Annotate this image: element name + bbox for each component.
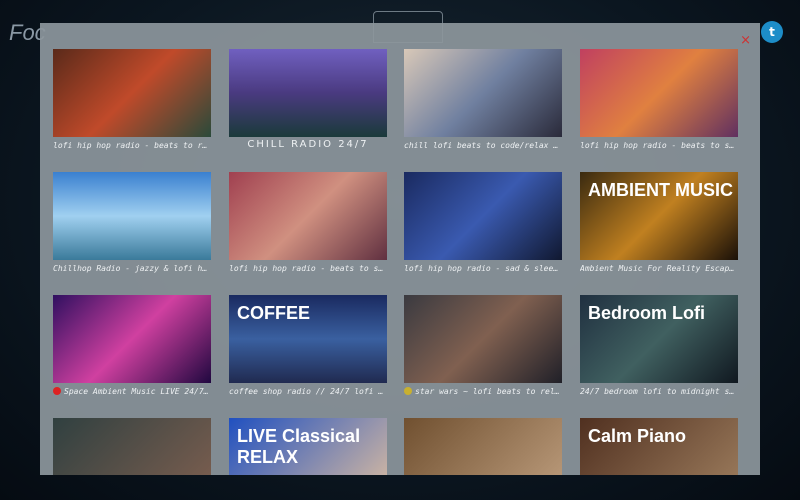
video-card[interactable]: Chillhop Radio - jazzy & lofi hi… (53, 172, 211, 273)
video-title-text: lofi hip hop radio - beats to sl… (580, 141, 738, 150)
video-thumbnail[interactable] (229, 49, 387, 137)
video-title: Chillhop Radio - jazzy & lofi hi… (53, 264, 211, 273)
video-title: lofi hip hop radio - beats to sl… (580, 141, 738, 150)
video-title-text: CHILL RADIO 24/7 (247, 139, 369, 150)
thumbnail-text: Calm Piano (588, 426, 687, 446)
video-thumbnail[interactable] (404, 418, 562, 475)
video-title-text: Chillhop Radio - jazzy & lofi hi… (53, 264, 211, 273)
video-thumbnail[interactable]: LIVE Classical RELAX (229, 418, 387, 475)
twitter-icon[interactable]: t (761, 21, 783, 43)
video-title: chill lofi beats to code/relax to (404, 141, 562, 150)
video-title-text: lofi hip hop radio - sad & sleep… (404, 264, 562, 273)
video-title: 24/7 bedroom lofi to midnight sl… (580, 387, 738, 396)
video-card[interactable]: star wars ~ lofi beats to rel… (404, 295, 562, 396)
video-title: lofi hip hop radio - beats to re… (53, 141, 211, 150)
video-thumbnail[interactable] (53, 295, 211, 383)
video-card[interactable]: lofi hip hop radio - beats to re… (53, 49, 211, 150)
close-icon[interactable]: × (740, 33, 751, 48)
video-card[interactable]: chill lofi beats to code/relax to (404, 49, 562, 150)
video-card[interactable]: AMBIENT MUSIC Ambient Music For Reality E… (580, 172, 738, 273)
video-thumbnail[interactable] (404, 172, 562, 260)
video-thumbnail[interactable] (53, 49, 211, 137)
video-title: Ambient Music For Reality Escape… (580, 264, 738, 273)
video-thumbnail[interactable] (404, 295, 562, 383)
video-card[interactable]: LIVE Classical RELAX (229, 418, 387, 475)
video-title: Space Ambient Music LIVE 24/7… (53, 387, 211, 396)
video-title-text: coffee shop radio // 24/7 lofi h… (229, 387, 387, 396)
video-thumbnail[interactable] (580, 49, 738, 137)
video-thumbnail[interactable] (53, 172, 211, 260)
video-title-text: chill lofi beats to code/relax to (404, 141, 562, 150)
video-thumbnail[interactable]: COFFEE (229, 295, 387, 383)
video-thumbnail[interactable] (53, 418, 211, 475)
video-thumbnail[interactable] (229, 172, 387, 260)
video-card[interactable]: lofi hip hop radio - sad & sleep… (404, 172, 562, 273)
video-card[interactable]: CHILL RADIO 24/7 (229, 49, 387, 150)
video-card[interactable]: Calm Piano (580, 418, 738, 475)
video-thumbnail[interactable]: Bedroom Lofi (580, 295, 738, 383)
video-thumbnail[interactable] (404, 49, 562, 137)
live-indicator-icon (53, 387, 61, 395)
video-card[interactable]: Bedroom Lofi 24/7 bedroom lofi to midnigh… (580, 295, 738, 396)
video-title-text: star wars ~ lofi beats to rel… (415, 387, 560, 396)
video-card[interactable] (404, 418, 562, 475)
video-title-text: lofi hip hop radio - beats to re… (53, 141, 211, 150)
thumbnail-text: Bedroom Lofi (588, 303, 705, 323)
video-card[interactable] (53, 418, 211, 475)
channel-badge-icon (404, 387, 412, 395)
thumbnail-text: COFFEE (237, 303, 311, 323)
thumbnail-text: AMBIENT MUSIC (588, 180, 733, 200)
video-title-text: Space Ambient Music LIVE 24/7… (64, 387, 209, 396)
video-card[interactable]: lofi hip hop radio - beats to st… (229, 172, 387, 273)
video-thumbnail[interactable]: AMBIENT MUSIC (580, 172, 738, 260)
video-title: star wars ~ lofi beats to rel… (404, 387, 562, 396)
video-title: coffee shop radio // 24/7 lofi h… (229, 387, 387, 396)
video-picker-modal: × lofi hip hop radio - beats to re… CHILL… (40, 23, 760, 475)
thumbnail-text: LIVE Classical RELAX (237, 426, 361, 467)
video-card[interactable]: lofi hip hop radio - beats to sl… (580, 49, 738, 150)
video-thumbnail[interactable]: Calm Piano (580, 418, 738, 475)
video-title: lofi hip hop radio - beats to st… (229, 264, 387, 273)
video-title-text: Ambient Music For Reality Escape… (580, 264, 738, 273)
video-title: CHILL RADIO 24/7 (229, 139, 387, 150)
video-title-text: 24/7 bedroom lofi to midnight sl… (580, 387, 738, 396)
video-card[interactable]: COFFEE coffee shop radio // 24/7 lofi h… (229, 295, 387, 396)
video-card[interactable]: Space Ambient Music LIVE 24/7… (53, 295, 211, 396)
video-title-text: lofi hip hop radio - beats to st… (229, 264, 387, 273)
video-title: lofi hip hop radio - sad & sleep… (404, 264, 562, 273)
